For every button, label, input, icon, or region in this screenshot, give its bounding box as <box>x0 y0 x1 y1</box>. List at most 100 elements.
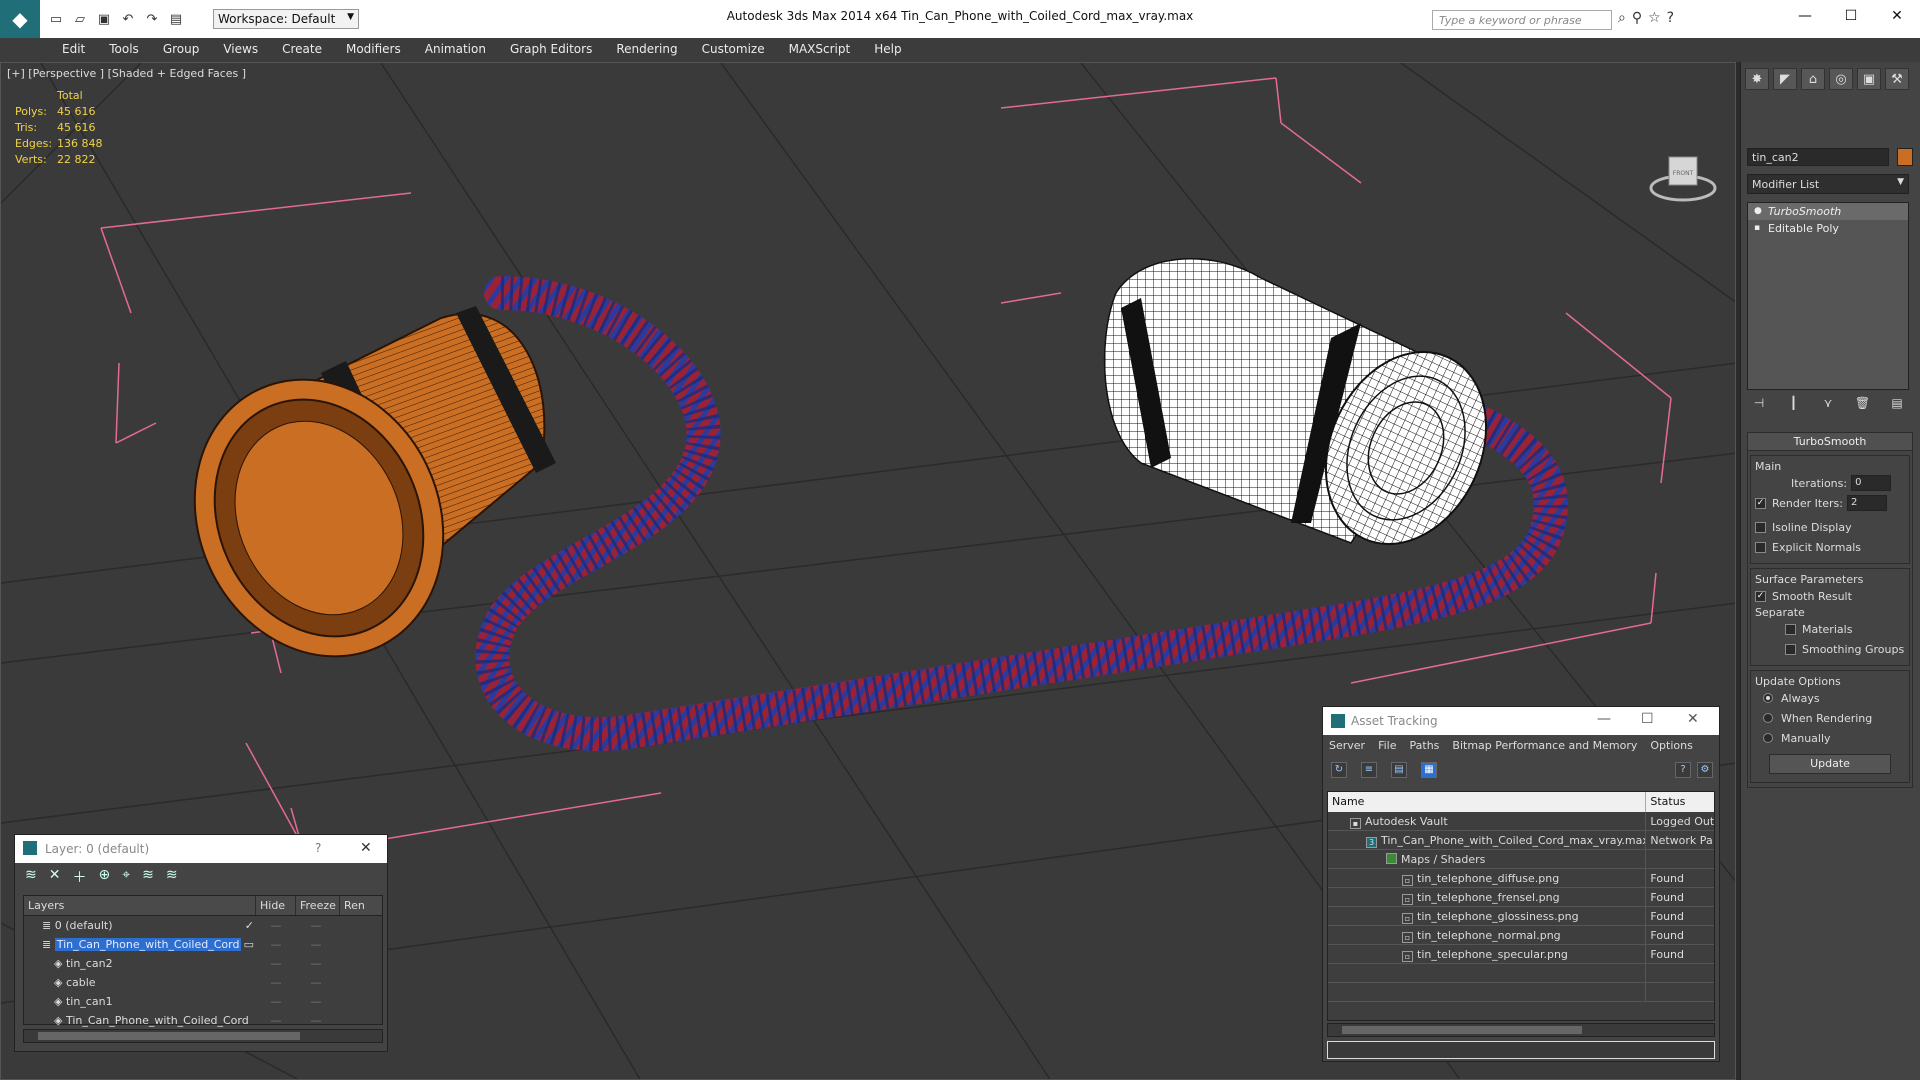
menu-create[interactable]: Create <box>270 38 334 62</box>
hide-toggle[interactable]: — <box>256 1011 296 1030</box>
new-file-icon[interactable]: ▭ <box>46 9 66 29</box>
layer-properties-icon[interactable]: ≋ <box>166 867 178 885</box>
redo-icon[interactable]: ↷ <box>142 9 162 29</box>
lightbulb-icon[interactable]: ● <box>1754 206 1762 216</box>
horizontal-scrollbar[interactable] <box>23 1029 383 1043</box>
layer-row[interactable]: ◈ cable — — <box>24 973 382 992</box>
asset-menu-bitmap[interactable]: Bitmap Performance and Memory <box>1452 735 1637 757</box>
asset-menu-file[interactable]: File <box>1378 735 1396 757</box>
help-icon[interactable]: ? <box>315 841 321 855</box>
layer-row[interactable]: ≣ Tin_Can_Phone_with_Coiled_Cord ▭ — — <box>24 935 382 954</box>
asset-row[interactable]: ▫ tin_telephone_glossiness.png Found <box>1328 907 1714 926</box>
materials-checkbox[interactable] <box>1785 623 1796 635</box>
when-rendering-radio[interactable] <box>1763 713 1773 723</box>
asset-path-field[interactable] <box>1327 1041 1715 1059</box>
always-radio[interactable] <box>1763 693 1773 703</box>
col-name[interactable]: Name <box>1328 792 1647 812</box>
close-icon[interactable]: ✕ <box>360 840 372 856</box>
col-layers[interactable]: Layers <box>24 896 256 915</box>
maximize-icon[interactable]: ☐ <box>1641 711 1654 727</box>
menu-animation[interactable]: Animation <box>413 38 498 62</box>
freeze-toggle[interactable]: — <box>296 1011 336 1030</box>
stack-item-turbosmooth[interactable]: ● TurboSmooth <box>1748 203 1908 220</box>
refresh-icon[interactable]: ↻ <box>1331 762 1347 778</box>
motion-tab-icon[interactable]: ◎ <box>1829 68 1853 90</box>
render-iters-checkbox[interactable]: ✓ <box>1755 497 1766 509</box>
asset-row[interactable]: Maps / Shaders <box>1328 850 1714 869</box>
close-button[interactable]: ✕ <box>1874 0 1920 32</box>
display-tab-icon[interactable]: ▣ <box>1857 68 1881 90</box>
open-file-icon[interactable]: ▱ <box>70 9 90 29</box>
asset-menu-server[interactable]: Server <box>1329 735 1365 757</box>
isoline-checkbox[interactable] <box>1755 521 1766 533</box>
undo-icon[interactable]: ↶ <box>118 9 138 29</box>
configure-sets-icon[interactable]: ▤ <box>1885 396 1909 418</box>
subscription-icon[interactable]: ⚲ <box>1632 10 1642 26</box>
close-icon[interactable]: ✕ <box>1687 711 1699 727</box>
help-icon[interactable]: ? <box>1675 762 1691 778</box>
menu-graph-editors[interactable]: Graph Editors <box>498 38 604 62</box>
list-view-icon[interactable]: ≡ <box>1361 762 1377 778</box>
asset-menu-options[interactable]: Options <box>1650 735 1692 757</box>
menu-edit[interactable]: Edit <box>50 38 97 62</box>
hide-toggle[interactable]: — <box>256 916 296 935</box>
asset-row[interactable]: ▫ tin_telephone_specular.png Found <box>1328 945 1714 964</box>
viewport-label[interactable]: [+] [Perspective ] [Shaded + Edged Faces… <box>7 67 246 80</box>
menu-views[interactable]: Views <box>211 38 270 62</box>
app-logo-icon[interactable]: ◆ <box>0 0 40 38</box>
favorites-star-icon[interactable]: ☆ <box>1648 10 1661 26</box>
layer-row[interactable]: ◈ Tin_Can_Phone_with_Coiled_Cord — — <box>24 1011 382 1030</box>
set-current-icon[interactable]: ▭ <box>244 935 254 954</box>
manually-radio[interactable] <box>1763 733 1773 743</box>
binoculars-icon[interactable]: ⌕ <box>1618 10 1626 26</box>
freeze-toggle[interactable]: — <box>296 916 336 935</box>
layer-row[interactable]: ≣ 0 (default) ✓ — — <box>24 916 382 935</box>
pin-stack-icon[interactable]: ⊣ <box>1747 396 1771 418</box>
settings-icon[interactable]: ⚙ <box>1697 762 1713 778</box>
update-button[interactable]: Update <box>1769 754 1891 774</box>
layer-manager-icon[interactable]: ≋ <box>25 867 37 885</box>
make-unique-icon[interactable]: ⋎ <box>1816 396 1840 418</box>
freeze-toggle[interactable]: — <box>296 973 336 992</box>
freeze-toggle[interactable]: — <box>296 992 336 1011</box>
asset-row[interactable]: ▫ tin_telephone_normal.png Found <box>1328 926 1714 945</box>
freeze-toggle[interactable]: — <box>296 954 336 973</box>
render-iters-spinner[interactable]: 2 <box>1846 495 1887 511</box>
delete-layer-icon[interactable]: ✕ <box>49 867 61 885</box>
asset-menu-paths[interactable]: Paths <box>1410 735 1440 757</box>
project-folder-icon[interactable]: ▤ <box>166 9 186 29</box>
modifier-list-dropdown[interactable]: Modifier List ▼ <box>1747 174 1909 194</box>
utilities-tab-icon[interactable]: ⚒ <box>1885 68 1909 90</box>
asset-row[interactable]: ▪ Autodesk Vault Logged Out <box>1328 812 1714 831</box>
col-status[interactable]: Status <box>1646 792 1714 812</box>
menu-group[interactable]: Group <box>151 38 212 62</box>
minimize-button[interactable]: — <box>1782 0 1828 32</box>
freeze-toggle[interactable]: — <box>296 935 336 954</box>
asset-row[interactable]: ▫ tin_telephone_diffuse.png Found <box>1328 869 1714 888</box>
asset-row[interactable]: 3 Tin_Can_Phone_with_Coiled_Cord_max_vray… <box>1328 831 1714 850</box>
modify-tab-icon[interactable]: ◤ <box>1773 68 1797 90</box>
layer-row[interactable]: ◈ tin_can2 — — <box>24 954 382 973</box>
add-to-layer-icon[interactable]: ⊕ <box>98 867 110 885</box>
viewcube-icon[interactable]: FRONT <box>1649 156 1717 202</box>
smooth-result-checkbox[interactable]: ✓ <box>1755 590 1766 602</box>
table-view-icon[interactable]: ▦ <box>1421 762 1437 778</box>
menu-help[interactable]: Help <box>862 38 913 62</box>
select-in-layer-icon[interactable]: ⌖ <box>122 867 130 885</box>
explicit-normals-checkbox[interactable] <box>1755 541 1766 553</box>
set-current-layer-icon[interactable]: ≋ <box>142 867 154 885</box>
layer-row[interactable]: ◈ tin_can1 — — <box>24 992 382 1011</box>
maximize-button[interactable]: ☐ <box>1828 0 1874 32</box>
object-color-swatch[interactable] <box>1897 148 1913 166</box>
object-name-field[interactable]: tin_can2 <box>1747 148 1889 166</box>
remove-modifier-icon[interactable]: 🗑 <box>1851 396 1875 418</box>
rollout-title[interactable]: TurboSmooth <box>1748 433 1912 451</box>
menu-customize[interactable]: Customize <box>690 38 777 62</box>
horizontal-scrollbar[interactable] <box>1327 1023 1715 1037</box>
col-hide[interactable]: Hide <box>256 896 296 915</box>
hide-toggle[interactable]: — <box>256 935 296 954</box>
tin-can-white[interactable] <box>1103 257 1517 571</box>
scrollbar-thumb[interactable] <box>38 1032 300 1040</box>
hide-toggle[interactable]: — <box>256 954 296 973</box>
asset-window-titlebar[interactable]: Asset Tracking — ☐ ✕ <box>1323 707 1719 735</box>
